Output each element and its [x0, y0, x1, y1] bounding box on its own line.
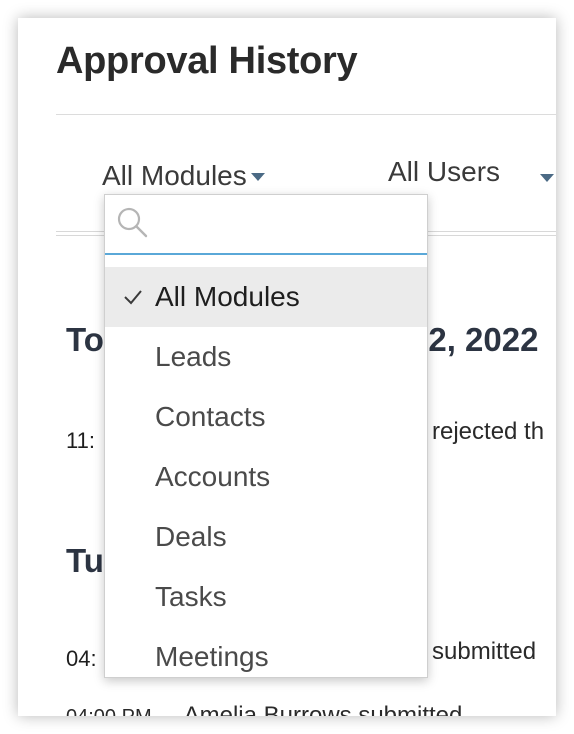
option-label: Deals: [155, 521, 227, 552]
option-label: All Modules: [155, 281, 300, 312]
dropdown-search-box[interactable]: [105, 195, 427, 255]
entry-time: 11:: [66, 428, 95, 453]
entry-time: 04:: [66, 646, 97, 671]
modules-filter-label: All Modules: [102, 160, 247, 191]
option-label: Tasks: [155, 581, 227, 612]
entry-description: submitted: [432, 638, 537, 665]
users-filter-label: All Users: [388, 156, 501, 187]
option-label: Accounts: [155, 461, 271, 492]
entry-description: Amelia Burrows submitted: [183, 702, 463, 716]
dropdown-option-all-modules[interactable]: All Modules: [105, 267, 427, 327]
dropdown-option-leads[interactable]: Leads: [105, 327, 427, 387]
modules-filter-dropdown[interactable]: All Modules: [102, 160, 265, 192]
approval-history-panel: Approval History All Modules All Users T…: [18, 18, 556, 716]
entry-time: 04:00 PM: [66, 706, 152, 716]
option-label: Contacts: [155, 401, 266, 432]
dropdown-option-meetings[interactable]: Meetings: [105, 627, 427, 677]
dropdown-option-tasks[interactable]: Tasks: [105, 567, 427, 627]
day-heading-today-date: 22, 2022: [410, 321, 539, 358]
caret-down-icon[interactable]: [540, 174, 554, 182]
option-label: Meetings: [155, 641, 269, 672]
users-filter-dropdown[interactable]: All Users: [388, 156, 500, 188]
modules-dropdown-menu: All Modules Leads Contacts Accounts Deal…: [104, 194, 428, 678]
caret-down-icon: [250, 172, 265, 181]
day-heading-tuesday: Tu: [66, 542, 104, 579]
option-label: Leads: [155, 341, 232, 372]
entry-description: rejected th: [432, 418, 545, 445]
dropdown-options-list: All Modules Leads Contacts Accounts Deal…: [105, 267, 427, 677]
check-icon: [124, 290, 142, 305]
dropdown-option-accounts[interactable]: Accounts: [105, 447, 427, 507]
day-heading-today: To: [66, 321, 104, 358]
timeline-entry-partial: 04:00 PM Amelia Burrows submitted: [66, 702, 462, 716]
page-title: Approval History: [56, 40, 358, 82]
search-icon: [117, 207, 148, 238]
header-divider: [56, 114, 556, 115]
dropdown-option-contacts[interactable]: Contacts: [105, 387, 427, 447]
dropdown-option-deals[interactable]: Deals: [105, 507, 427, 567]
dropdown-search-input[interactable]: [159, 207, 419, 243]
